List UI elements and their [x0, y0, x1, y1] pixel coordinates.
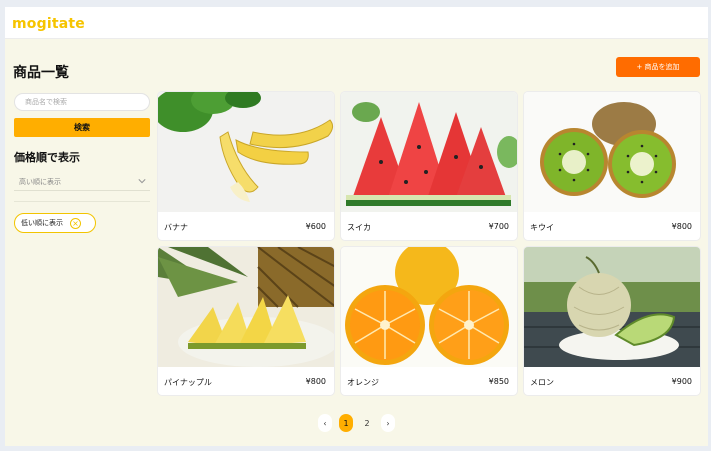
- chevron-down-icon: [138, 179, 146, 184]
- pineapple-image: [158, 247, 334, 367]
- product-card[interactable]: パイナップル ¥800: [157, 246, 335, 396]
- next-page-button[interactable]: ›: [381, 414, 395, 432]
- product-card[interactable]: キウイ ¥800: [523, 91, 701, 241]
- active-sort-label: 低い順に表示: [21, 219, 63, 227]
- product-price: ¥800: [305, 377, 326, 386]
- watermelon-image: [341, 92, 517, 212]
- header: mogitate: [5, 7, 708, 39]
- product-card[interactable]: オレンジ ¥850: [340, 246, 518, 396]
- product-price: ¥850: [488, 377, 509, 386]
- product-card[interactable]: メロン ¥900: [523, 246, 701, 396]
- page-1-button[interactable]: 1: [339, 414, 353, 432]
- melon-image: [524, 247, 700, 367]
- product-name: バナナ: [164, 223, 188, 232]
- logo[interactable]: mogitate: [12, 16, 85, 32]
- banana-image: [158, 92, 334, 212]
- prev-page-button[interactable]: ‹: [318, 414, 332, 432]
- product-name: パイナップル: [164, 378, 212, 387]
- product-price: ¥900: [671, 377, 692, 386]
- orange-image: [341, 247, 517, 367]
- product-name: スイカ: [347, 223, 371, 232]
- product-card[interactable]: バナナ ¥600: [157, 91, 335, 241]
- kiwi-image: [524, 92, 700, 212]
- product-price: ¥700: [488, 222, 509, 231]
- product-card[interactable]: スイカ ¥700: [340, 91, 518, 241]
- sort-select-value: 高い順に表示: [19, 177, 61, 186]
- product-price: ¥800: [671, 222, 692, 231]
- pagination: ‹ 1 2 ›: [318, 414, 395, 432]
- product-name: キウイ: [530, 223, 554, 232]
- page-title: 商品一覧: [13, 65, 69, 81]
- close-icon[interactable]: ×: [70, 218, 81, 229]
- sort-select[interactable]: 高い順に表示: [14, 173, 150, 191]
- search-input[interactable]: [14, 93, 150, 111]
- sort-heading: 価格順で表示: [14, 151, 80, 164]
- product-name: メロン: [530, 378, 554, 387]
- add-product-button[interactable]: + 商品を追加: [616, 57, 700, 77]
- app-frame: mogitate 商品一覧 + 商品を追加 検索 価格順で表示 高い順に表示 低…: [5, 7, 708, 446]
- product-name: オレンジ: [347, 378, 379, 387]
- divider: [14, 201, 150, 202]
- active-sort-tag: 低い順に表示 ×: [14, 213, 96, 233]
- product-price: ¥600: [305, 222, 326, 231]
- search-button[interactable]: 検索: [14, 118, 150, 137]
- page-2-button[interactable]: 2: [360, 414, 374, 432]
